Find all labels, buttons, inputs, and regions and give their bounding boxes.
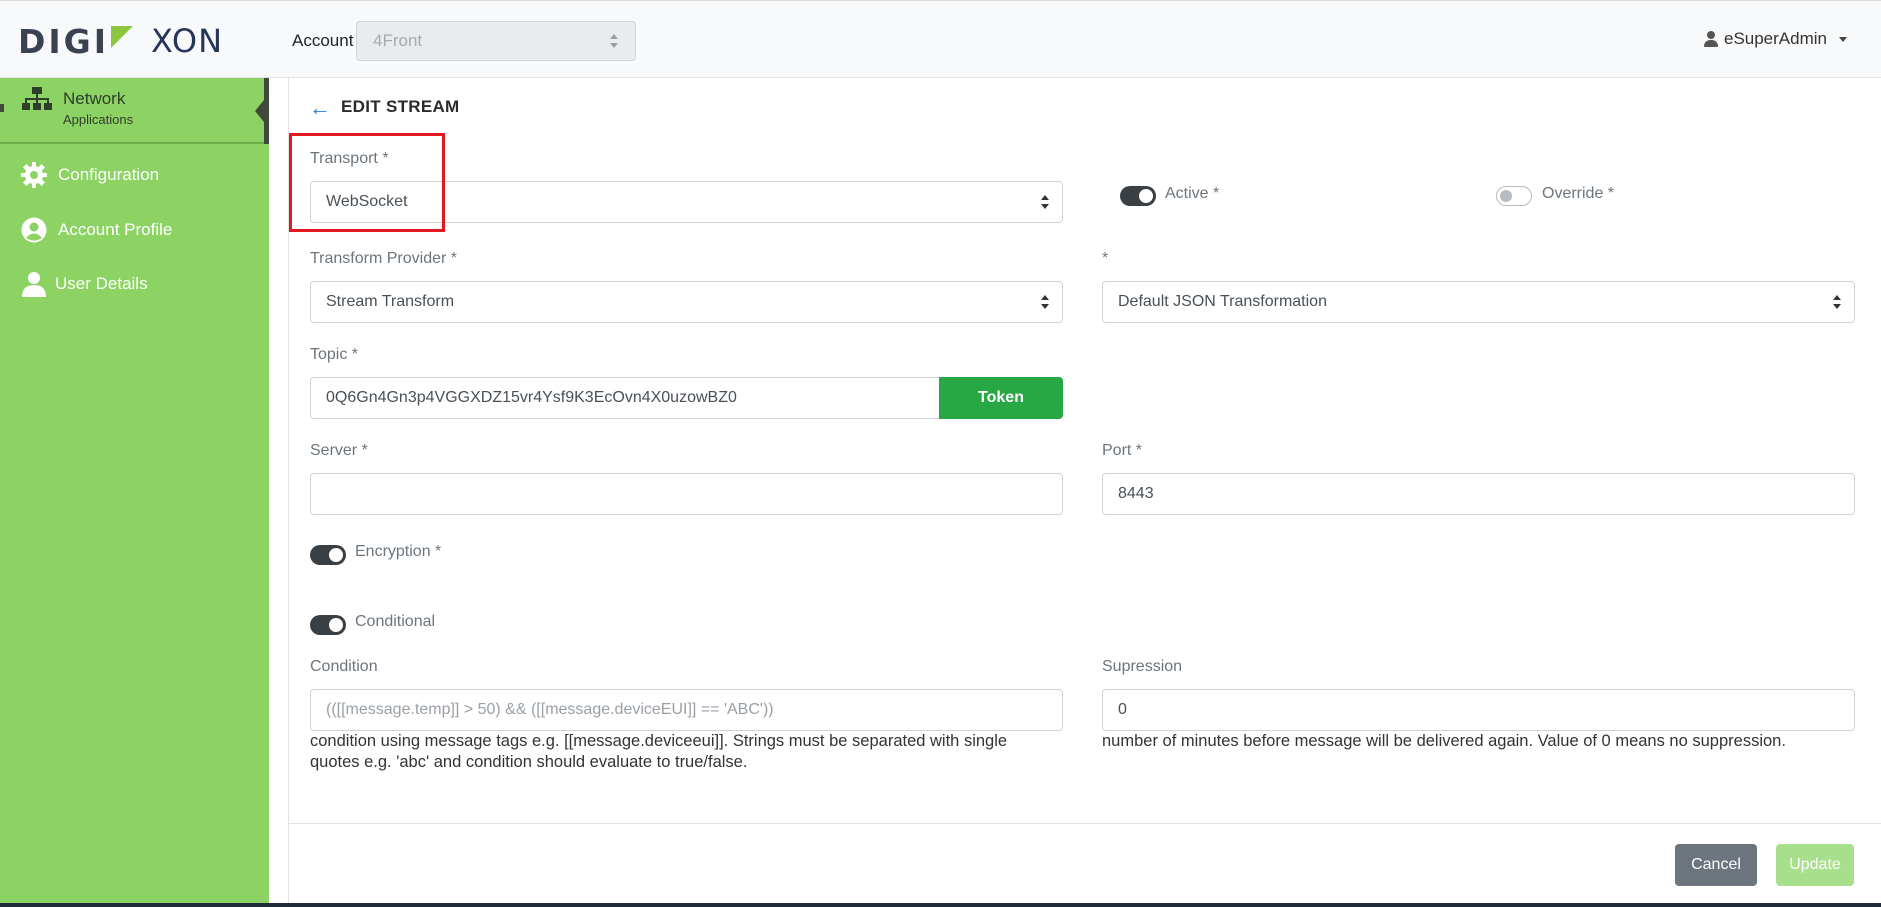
topic-input[interactable]: 0Q6Gn4Gn3p4VGGXDZ15vr4Ysf9K3EcOvn4X0uzow… — [310, 377, 940, 419]
topic-value: 0Q6Gn4Gn3p4VGGXDZ15vr4Ysf9K3EcOvn4X0uzow… — [326, 389, 737, 406]
top-header: DIGI XON Account 4Front eSuperAdmin — [0, 0, 1881, 78]
sidebar-item-account-profile[interactable]: Account Profile — [0, 208, 269, 252]
condition-input[interactable]: (([[message.temp]] > 50) && ([[message.d… — [310, 689, 1063, 731]
active-marker — [0, 104, 4, 112]
account-circle-icon — [21, 217, 47, 243]
logo-mark-icon — [111, 26, 134, 48]
override-label: Override * — [1542, 185, 1615, 202]
condition-help-line-2: quotes e.g. 'abc' and condition should e… — [310, 753, 748, 771]
user-icon — [22, 272, 46, 297]
encryption-label: Encryption * — [355, 543, 442, 560]
transform-provider-label: Transform Provider * — [310, 250, 457, 267]
select-arrows-icon — [1833, 295, 1841, 309]
footer-divider — [289, 823, 1881, 824]
digi-xon-logo[interactable]: DIGI XON — [18, 21, 224, 61]
supression-help-text: number of minutes before message will be… — [1102, 732, 1786, 750]
conditional-toggle[interactable] — [310, 615, 346, 635]
condition-placeholder: (([[message.temp]] > 50) && ([[message.d… — [326, 701, 774, 718]
condition-help-line-1: condition using message tags e.g. [[mess… — [310, 732, 1008, 750]
user-name: eSuperAdmin — [1723, 29, 1827, 48]
transformation-label: * — [1102, 250, 1109, 267]
supression-input[interactable]: 0 — [1102, 689, 1855, 731]
port-input[interactable]: 8443 — [1102, 473, 1855, 515]
encryption-toggle[interactable] — [310, 545, 346, 565]
network-icon — [22, 87, 52, 110]
sidebar-item-label: User Details — [55, 274, 148, 293]
sidebar-item-label: Configuration — [58, 165, 160, 184]
sidebar-item-configuration[interactable]: Configuration — [0, 153, 269, 197]
transform-provider-select[interactable]: Stream Transform — [310, 281, 1063, 323]
transformation-select[interactable]: Default JSON Transformation — [1102, 281, 1855, 323]
transformation-value: Default JSON Transformation — [1118, 293, 1327, 310]
condition-help-text: condition using message tags e.g. [[mess… — [310, 731, 1070, 773]
server-label: Server * — [310, 442, 368, 459]
sidebar-item-network-applications[interactable]: Network Applications — [0, 78, 269, 144]
back-arrow-icon[interactable]: ← — [309, 95, 331, 121]
token-button[interactable]: Token — [939, 377, 1063, 419]
account-select[interactable]: 4Front — [356, 21, 636, 61]
port-label: Port * — [1102, 442, 1143, 459]
port-value: 8443 — [1118, 485, 1154, 502]
transform-provider-value: Stream Transform — [326, 293, 455, 310]
cancel-button[interactable]: Cancel — [1675, 844, 1757, 886]
logo-xon-text: XON — [151, 22, 224, 60]
sidebar: Network Applications Configuration Accou… — [0, 78, 269, 907]
select-arrows-icon — [610, 34, 618, 48]
account-label: Account — [292, 31, 354, 50]
condition-label: Condition — [310, 658, 378, 675]
server-input[interactable] — [310, 473, 1063, 515]
page-title: EDIT STREAM — [341, 97, 460, 116]
gear-icon — [21, 162, 47, 188]
user-menu[interactable]: eSuperAdmin — [1703, 29, 1847, 49]
conditional-label: Conditional — [355, 613, 436, 630]
topic-label: Topic * — [310, 346, 359, 363]
sidebar-item-subtitle: Applications — [63, 112, 134, 127]
account-select-value: 4Front — [373, 31, 423, 50]
active-notch — [255, 100, 264, 122]
override-toggle[interactable] — [1496, 186, 1532, 206]
supression-label: Supression — [1102, 658, 1183, 675]
chevron-down-icon — [1839, 36, 1847, 42]
update-button[interactable]: Update — [1776, 844, 1854, 886]
taskbar-strip — [0, 903, 1881, 907]
sidebar-item-user-details[interactable]: User Details — [0, 262, 269, 306]
user-icon — [1703, 31, 1718, 47]
transport-highlight-box — [289, 133, 445, 232]
edit-stream-panel: ← EDIT STREAM Transport * WebSocket Acti… — [288, 78, 1881, 907]
sidebar-item-title: Network — [63, 89, 126, 108]
active-label: Active * — [1165, 185, 1220, 202]
supression-value: 0 — [1118, 701, 1127, 718]
logo-digi-text: DIGI — [18, 21, 110, 61]
select-arrows-icon — [1041, 195, 1049, 209]
sidebar-item-label: Account Profile — [58, 220, 173, 239]
select-arrows-icon — [1041, 295, 1049, 309]
active-toggle[interactable] — [1120, 186, 1156, 206]
